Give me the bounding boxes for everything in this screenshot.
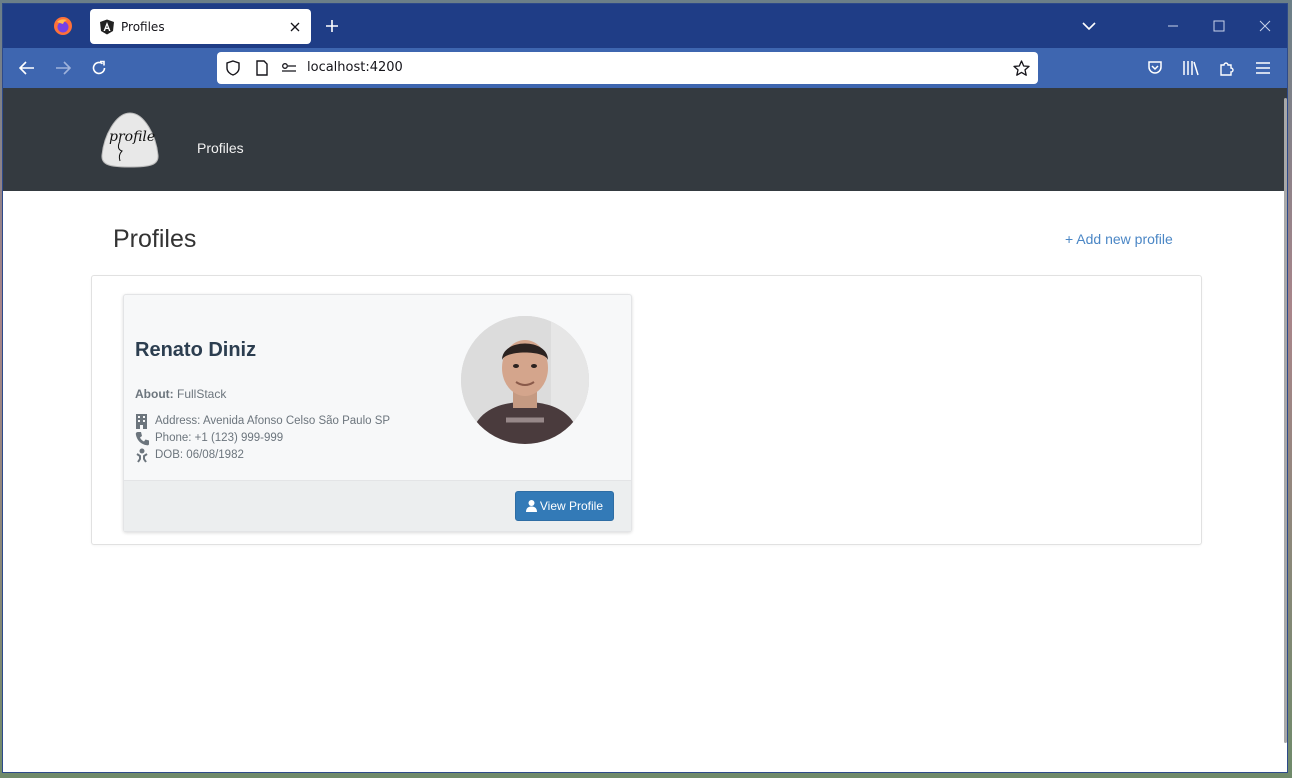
- dob-text: DOB: 06/08/1982: [155, 449, 244, 461]
- address-row: Address: Avenida Afonso Celso São Paulo …: [135, 413, 390, 429]
- card-footer: View Profile: [124, 480, 631, 531]
- profiles-panel: Renato Diniz About: FullStack Address: A…: [91, 275, 1202, 545]
- url-text[interactable]: localhost:4200: [307, 60, 403, 75]
- baby-icon: [135, 447, 153, 463]
- page-title: Profiles: [113, 225, 197, 253]
- tab-profiles[interactable]: Profiles: [90, 9, 311, 44]
- dob-row: DOB: 06/08/1982: [135, 447, 244, 463]
- url-bar[interactable]: localhost:4200: [217, 52, 1038, 84]
- user-icon: [525, 500, 537, 512]
- library-icon[interactable]: [1180, 57, 1202, 79]
- profile-name: Renato Diniz: [135, 339, 257, 361]
- minimize-icon[interactable]: [1161, 14, 1185, 38]
- permissions-icon[interactable]: [281, 60, 297, 76]
- tab-title: Profiles: [121, 19, 165, 34]
- phone-icon: [135, 430, 153, 446]
- profile-logo[interactable]: profile: [100, 111, 160, 169]
- profile-card: Renato Diniz About: FullStack Address: A…: [123, 294, 632, 532]
- shield-icon[interactable]: [225, 60, 241, 76]
- page-content: profile Profiles Profiles + Add new prof…: [3, 88, 1287, 772]
- pocket-icon[interactable]: [1144, 57, 1166, 79]
- view-profile-button[interactable]: View Profile: [514, 491, 614, 521]
- nav-link-profiles[interactable]: Profiles: [197, 140, 244, 156]
- add-new-profile-link[interactable]: + Add new profile: [1065, 231, 1173, 247]
- page-scrollbar[interactable]: [1284, 98, 1287, 743]
- about-label: About:: [135, 387, 174, 401]
- tab-strip: Profiles: [3, 4, 1287, 48]
- navigation-toolbar: localhost:4200: [3, 48, 1287, 88]
- phone-row: Phone: +1 (123) 999-999: [135, 430, 283, 446]
- address-text: Address: Avenida Afonso Celso São Paulo …: [155, 415, 391, 427]
- browser-window: Profiles localhost:4200 profile Profiles…: [2, 3, 1288, 773]
- about-value: FullStack: [177, 387, 227, 401]
- back-arrow-icon[interactable]: [16, 57, 38, 79]
- chevron-down-icon[interactable]: [1079, 16, 1099, 36]
- angular-icon: [99, 19, 115, 35]
- close-window-icon[interactable]: [1253, 14, 1277, 38]
- profile-avatar: [461, 316, 589, 444]
- reload-icon[interactable]: [88, 57, 110, 79]
- new-tab-icon[interactable]: [321, 15, 343, 37]
- forward-arrow-icon[interactable]: [52, 57, 74, 79]
- logo-text: profile: [109, 129, 155, 145]
- building-icon: [135, 413, 153, 429]
- bookmark-star-icon[interactable]: [1012, 59, 1030, 77]
- firefox-icon[interactable]: [53, 16, 73, 36]
- profile-about: About: FullStack: [135, 387, 226, 401]
- view-profile-label: View Profile: [539, 499, 603, 513]
- maximize-icon[interactable]: [1207, 14, 1231, 38]
- phone-text: Phone: +1 (123) 999-999: [155, 432, 284, 444]
- extensions-icon[interactable]: [1216, 57, 1238, 79]
- close-tab-icon[interactable]: [283, 15, 307, 39]
- site-header: profile Profiles: [3, 88, 1287, 191]
- page-icon[interactable]: [254, 60, 270, 76]
- menu-icon[interactable]: [1252, 57, 1274, 79]
